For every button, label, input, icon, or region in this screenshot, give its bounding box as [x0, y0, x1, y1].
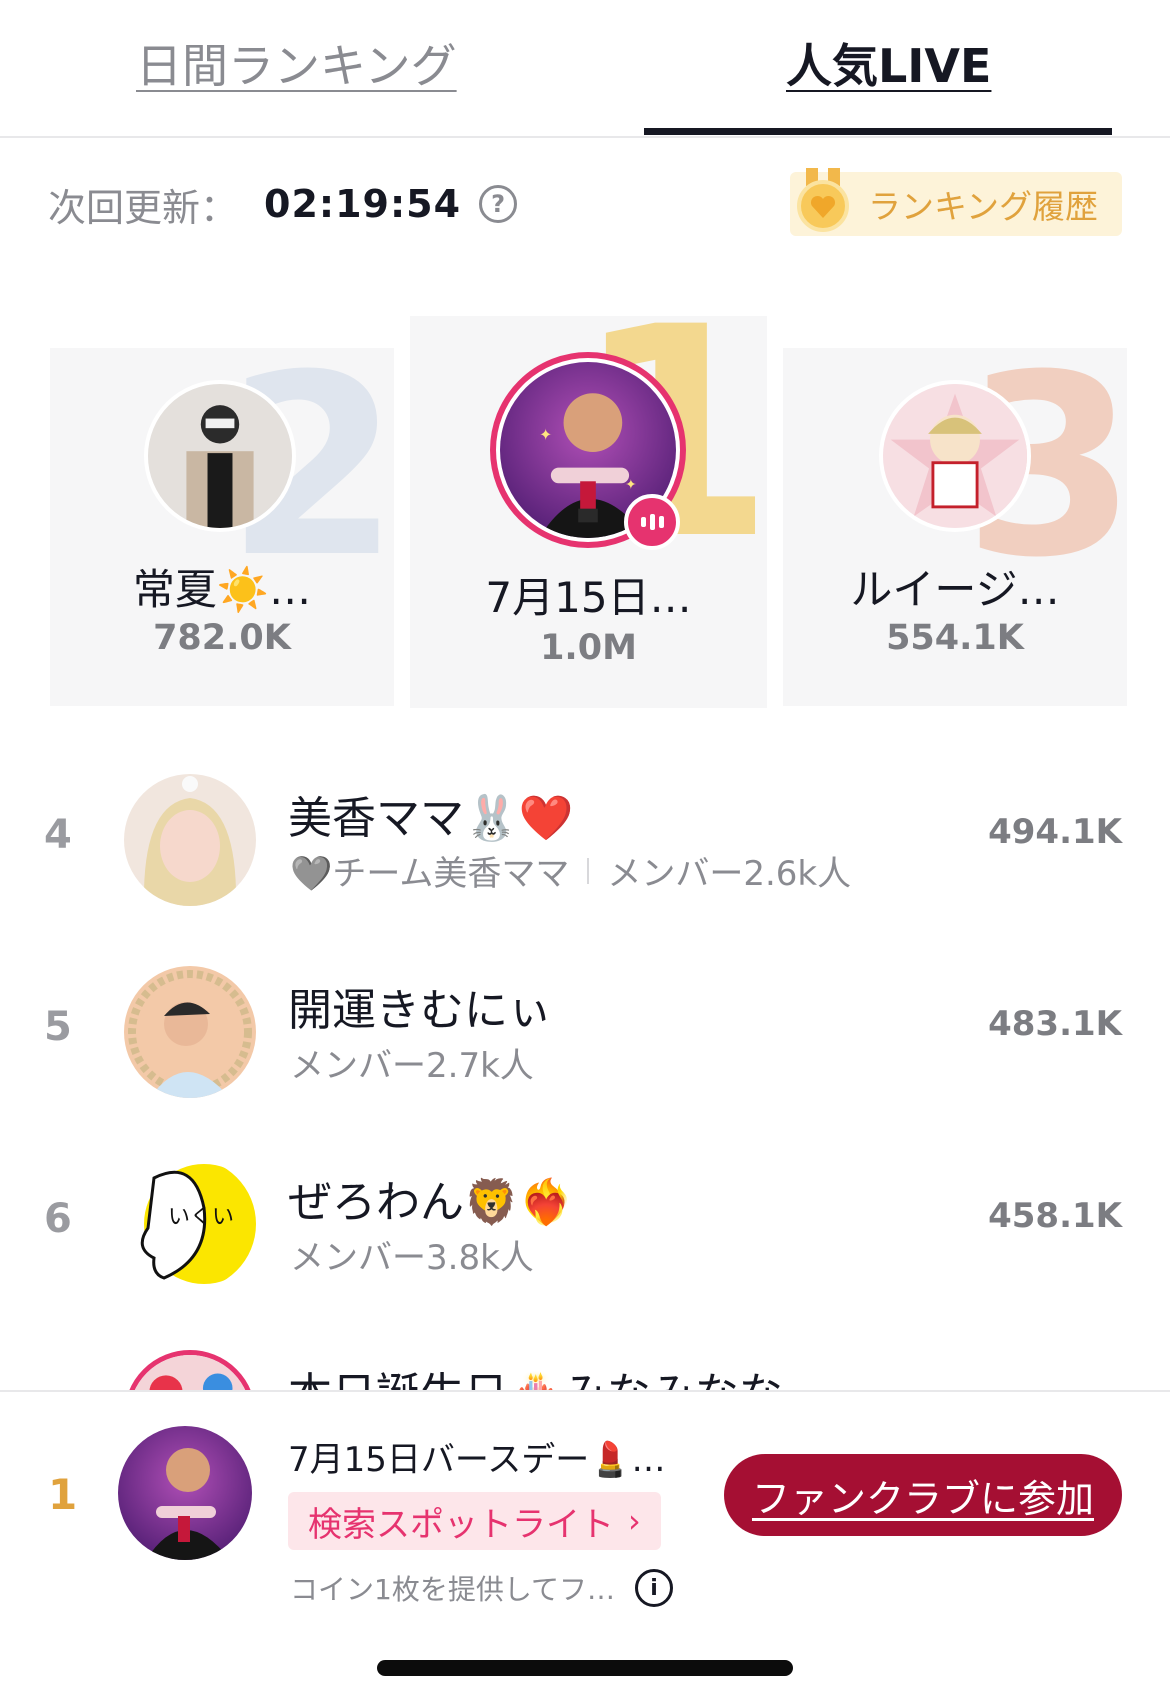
team-info: 🩶チーム美香ママ メンバー2.6k人: [290, 846, 851, 895]
svg-text:✦: ✦: [625, 477, 636, 493]
member-count: メンバー2.6k人: [607, 854, 852, 894]
chevron-right-icon: ›: [628, 1502, 641, 1540]
member-count: メンバー2.7k人: [290, 1046, 534, 1086]
ranking-history-button[interactable]: ランキング履歴: [790, 168, 1122, 236]
user-name: 美香ママ🐰❤️: [288, 793, 574, 844]
divider: [587, 857, 590, 884]
svg-text:いくい: いくい: [168, 1205, 234, 1230]
podium-card-rank-3[interactable]: 3 ルイージ… 554.1K: [783, 348, 1127, 706]
countdown-timer: 02:19:54: [264, 182, 462, 226]
avatar: [879, 380, 1031, 532]
next-update-row: 次回更新： 02:19:54 ?: [48, 176, 518, 232]
team-info: メンバー3.8k人: [290, 1230, 534, 1279]
active-tab-indicator: [644, 128, 1112, 135]
current-live-bar: 1 7月15日バースデー💄… 検索スポットライト › コイン1枚を提供してフ… …: [0, 1390, 1170, 1698]
score: 494.1K: [988, 812, 1122, 852]
list-item[interactable]: 6 いくい ぜろわん🦁❤️‍🔥 メンバー3.8k人 458.1K: [0, 1148, 1170, 1298]
tab-popular-live[interactable]: 人気LIVE: [786, 30, 991, 96]
search-spotlight-label: 検索スポットライト: [308, 1504, 614, 1545]
current-live-name: 7月15日バースデー💄…: [288, 1440, 666, 1480]
list-item[interactable]: 4 美香ママ🐰❤️ 🩶チーム美香ママ メンバー2.6k人 494.1K: [0, 764, 1170, 914]
podium-card-rank-1[interactable]: 1 ✦ ✦ 7月15日… 1.0M: [410, 316, 767, 708]
avatar: いくい: [124, 1158, 256, 1290]
rank-number: 5: [44, 1004, 72, 1050]
list-item[interactable]: 5 開運きむにぃ メンバー2.7k人 483.1K: [0, 956, 1170, 1106]
podium-name: ルイージ…: [850, 565, 1060, 614]
tab-bar: 日間ランキング 人気LIVE: [0, 0, 1170, 138]
current-rank-number: 1: [48, 1470, 78, 1519]
question-circle-icon[interactable]: ?: [479, 185, 518, 223]
team-info: メンバー2.7k人: [290, 1038, 534, 1087]
user-name: ぜろわん🦁❤️‍🔥: [288, 1177, 574, 1228]
team-name: 🩶チーム美香ママ: [290, 854, 570, 894]
join-fan-club-button[interactable]: ファンクラブに参加: [724, 1454, 1122, 1536]
avatar: [124, 966, 256, 1098]
tab-daily-ranking[interactable]: 日間ランキング: [136, 30, 457, 96]
podium-name: 7月15日…: [485, 573, 692, 622]
search-spotlight-button[interactable]: 検索スポットライト ›: [288, 1492, 661, 1550]
podium-score: 1.0M: [540, 628, 637, 668]
rank-number: 4: [44, 812, 72, 858]
avatar: [124, 774, 256, 906]
rank-number: 6: [44, 1196, 72, 1242]
svg-text:✦: ✦: [539, 425, 552, 444]
coin-description: コイン1枚を提供してフ… i: [290, 1568, 673, 1608]
podium-card-rank-2[interactable]: 2 常夏☀️… 782.0K: [50, 348, 394, 706]
next-update-label: 次回更新：: [48, 185, 239, 230]
live-indicator-icon: [624, 494, 680, 550]
ranking-history-label: ランキング履歴: [868, 187, 1099, 226]
podium-name: 常夏☀️…: [132, 565, 312, 614]
member-count: メンバー3.8k人: [290, 1238, 534, 1278]
avatar[interactable]: [118, 1426, 252, 1560]
medal-heart-icon: [797, 168, 849, 232]
info-circle-icon[interactable]: i: [634, 1569, 673, 1607]
coin-description-text: コイン1枚を提供してフ…: [290, 1573, 615, 1606]
score: 458.1K: [988, 1196, 1122, 1236]
score: 483.1K: [988, 1004, 1122, 1044]
home-indicator: [377, 1660, 793, 1676]
avatar: [144, 380, 296, 532]
podium-score: 782.0K: [153, 618, 291, 658]
podium-score: 554.1K: [886, 618, 1024, 658]
user-name: 開運きむにぃ: [288, 985, 552, 1036]
